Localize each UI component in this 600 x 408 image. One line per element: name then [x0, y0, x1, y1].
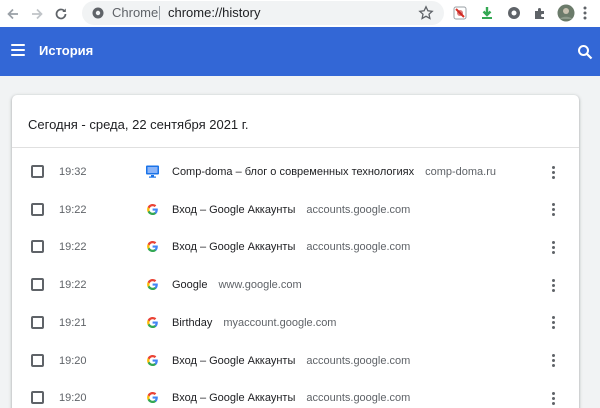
google-g-icon [145, 315, 160, 330]
page-domain: accounts.google.com [306, 392, 411, 405]
history-row[interactable]: 19:22 Вход – Google Аккаунты accounts.goog… [12, 191, 579, 229]
reload-button[interactable] [50, 3, 72, 25]
history-row[interactable]: 19:22 Вход – Google Аккаунты accounts.goog… [12, 228, 579, 266]
reload-icon [55, 8, 67, 19]
more-actions-icon[interactable] [550, 389, 556, 407]
select-checkbox[interactable] [31, 165, 44, 178]
history-row[interactable]: 19:20 Вход – Google Аккаунты accounts.goog… [12, 379, 579, 408]
arrow-right-icon [32, 8, 43, 19]
page-domain: accounts.google.com [306, 241, 411, 254]
more-actions-icon[interactable] [550, 276, 556, 294]
history-row[interactable]: 19:21 Birthday myaccount.google.com [12, 304, 579, 342]
page-title-text[interactable]: Вход – Google Аккаунты [172, 241, 295, 253]
more-actions-icon[interactable] [550, 163, 556, 181]
page-domain: myaccount.google.com [223, 316, 337, 329]
page-domain: www.google.com [218, 279, 302, 292]
page-domain: accounts.google.com [306, 354, 411, 367]
page-link[interactable]: Вход – Google Аккаунты accounts.google.co… [172, 354, 410, 368]
page-title: История [39, 43, 94, 58]
page-link[interactable]: Google www.google.com [172, 278, 302, 292]
google-g-icon [145, 277, 160, 292]
history-card: Сегодня - среда, 22 сентября 2021 г. 19:… [12, 95, 579, 408]
page-title-text[interactable]: Вход – Google Аккаунты [172, 355, 295, 367]
puzzle-extensions-icon[interactable] [531, 4, 549, 22]
more-actions-icon[interactable] [550, 314, 556, 332]
google-g-icon [145, 353, 160, 368]
history-header: История [0, 27, 600, 76]
divider [12, 147, 579, 148]
page-title-text[interactable]: Вход – Google Аккаунты [172, 392, 295, 404]
google-g-icon [145, 239, 160, 254]
url-text[interactable]: chrome://history [168, 6, 260, 20]
more-actions-icon[interactable] [550, 238, 556, 256]
omnibox-separator [159, 6, 160, 20]
monitor-icon [145, 164, 160, 179]
select-checkbox[interactable] [31, 240, 44, 254]
address-bar[interactable]: Chrome chrome://history [82, 1, 444, 25]
profile-avatar-icon[interactable] [557, 4, 575, 22]
visit-time: 19:20 [59, 392, 87, 405]
visit-time: 19:22 [59, 241, 87, 254]
history-row[interactable]: 19:32 Comp-doma – блог о современных техн… [12, 153, 579, 191]
chrome-site-icon [92, 7, 104, 19]
browser-menu-icon[interactable] [580, 4, 590, 22]
back-button[interactable] [2, 3, 24, 25]
extension-circle-icon[interactable] [505, 4, 523, 22]
omnibox-chip-label: Chrome [112, 5, 159, 20]
select-checkbox[interactable] [31, 202, 44, 216]
more-actions-icon[interactable] [550, 201, 556, 219]
visit-time: 19:20 [59, 354, 87, 367]
page-link[interactable]: Вход – Google Аккаунты accounts.google.co… [172, 203, 410, 217]
arrow-left-icon [7, 8, 18, 19]
browser-toolbar: Chrome chrome://history [0, 0, 600, 27]
page-link[interactable]: Birthday myaccount.google.com [172, 316, 336, 330]
visit-time: 19:22 [59, 279, 87, 292]
select-checkbox[interactable] [31, 315, 44, 329]
search-icon[interactable] [577, 44, 593, 60]
select-checkbox[interactable] [31, 391, 44, 405]
history-row[interactable]: 19:20 Вход – Google Аккаунты accounts.goog… [12, 342, 579, 380]
page-title-text[interactable]: Вход – Google Аккаунты [172, 204, 295, 216]
page-link[interactable]: Вход – Google Аккаунты accounts.google.co… [172, 240, 410, 254]
more-actions-icon[interactable] [550, 352, 556, 370]
select-checkbox[interactable] [31, 353, 44, 367]
google-g-icon [145, 390, 160, 405]
visit-time: 19:22 [59, 203, 87, 216]
page-domain: comp-doma.ru [425, 166, 497, 178]
bookmark-star-icon[interactable] [418, 5, 434, 21]
page-domain: accounts.google.com [306, 203, 411, 216]
date-heading: Сегодня - среда, 22 сентября 2021 г. [28, 117, 249, 132]
extension-shield-icon[interactable] [451, 4, 469, 22]
page-title-text[interactable]: Comp-doma – блог о современных технологи… [172, 166, 414, 178]
select-checkbox[interactable] [31, 278, 44, 292]
history-row[interactable]: 19:22 Google www.google.com [12, 266, 579, 304]
hamburger-menu-icon[interactable] [11, 44, 27, 58]
visit-time: 19:32 [59, 166, 87, 178]
forward-button[interactable] [26, 3, 48, 25]
page-link[interactable]: Comp-doma – блог о современных технологи… [172, 165, 496, 179]
extension-download-icon[interactable] [478, 4, 496, 22]
google-g-icon [145, 202, 160, 217]
page-title-text[interactable]: Google [172, 279, 207, 291]
visit-time: 19:21 [59, 316, 87, 329]
page-link[interactable]: Вход – Google Аккаунты accounts.google.co… [172, 391, 410, 405]
page-title-text[interactable]: Birthday [172, 317, 212, 329]
